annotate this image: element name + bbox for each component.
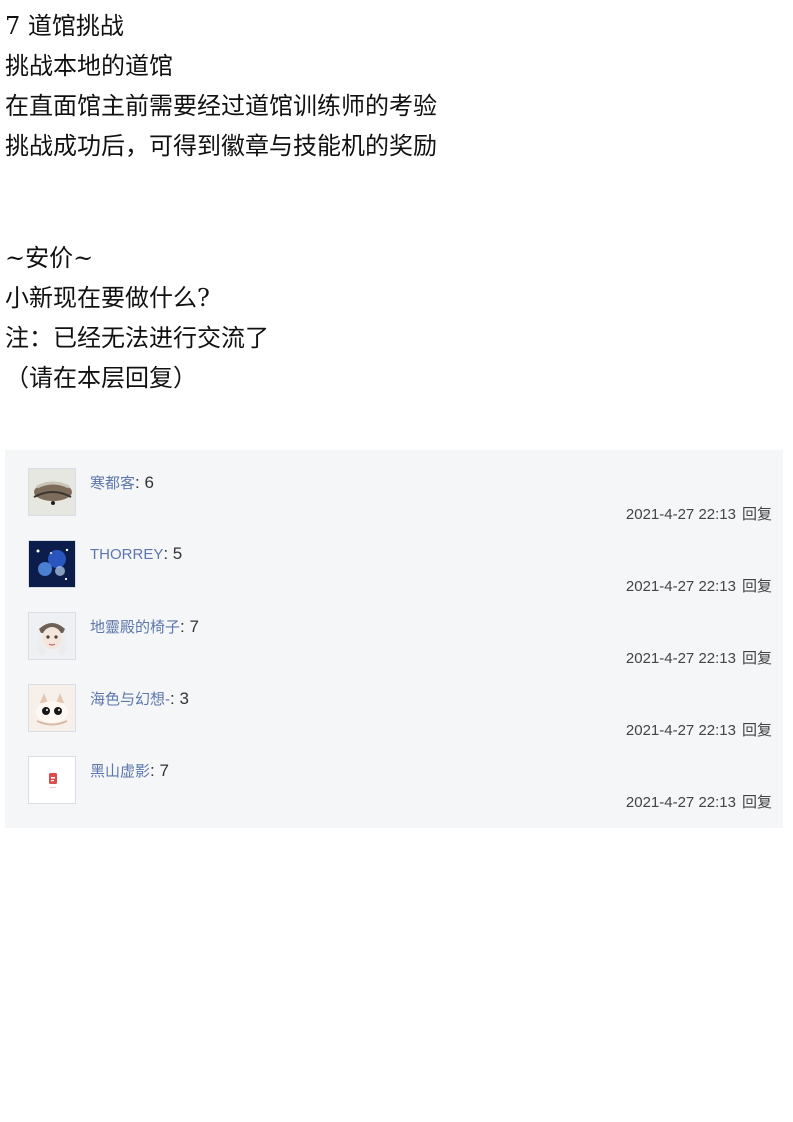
post-line: （请在本层回复） [5, 364, 197, 392]
avatar-anime-character-icon[interactable] [28, 612, 76, 660]
reply-timestamp: 2021-4-27 22:13 [625, 722, 736, 739]
reply-meta: 2021-4-27 22:13 回复 [626, 503, 772, 524]
reply-meta: 2021-4-27 22:13 回复 [626, 575, 772, 596]
post-line: 在直面馆主前需要经过道馆训练师的考验 [5, 92, 437, 120]
reply-timestamp: 2021-4-27 22:13 [625, 578, 736, 595]
reply-item: 地靈殿的椅子: 7 2021-4-27 22:13 回复 [5, 594, 783, 668]
post-title: 7 道馆挑战 [5, 12, 124, 40]
reply-content: 寒都客: 6 [90, 472, 154, 493]
post-line: 注：已经无法进行交流了 [5, 324, 269, 352]
reply-content: 海色与幻想-: 3 [90, 688, 189, 709]
reply-button[interactable]: 回复 [742, 650, 772, 667]
reply-meta: 2021-4-27 22:13 回复 [626, 791, 772, 812]
reply-panel: 寒都客: 6 2021-4-27 22:13 回复 THORREY: 5 2021… [5, 450, 783, 828]
reply-item: 黑山虚影: 7 2021-4-27 22:13 回复 [5, 738, 783, 812]
reply-item: THORREY: 5 2021-4-27 22:13 回复 [5, 522, 783, 596]
reply-username[interactable]: THORREY [90, 546, 163, 563]
reply-content: THORREY: 5 [90, 544, 182, 564]
reply-text: : 3 [170, 689, 189, 708]
reply-text: : 7 [180, 617, 199, 636]
reply-item: 寒都客: 6 2021-4-27 22:13 回复 [5, 450, 783, 524]
reply-text: : 5 [163, 544, 183, 563]
avatar-red-icon[interactable] [28, 756, 76, 804]
reply-meta: 2021-4-27 22:13 回复 [626, 719, 772, 740]
reply-item: 海色与幻想-: 3 2021-4-27 22:13 回复 [5, 666, 783, 740]
avatar-landscape-icon[interactable] [28, 468, 76, 516]
reply-content: 黑山虚影: 7 [90, 760, 169, 781]
reply-username[interactable]: 黑山虚影 [90, 763, 150, 780]
post-line: 小新现在要做什么? [5, 284, 210, 312]
reply-button[interactable]: 回复 [742, 722, 772, 739]
reply-username[interactable]: 地靈殿的椅子 [90, 619, 180, 636]
reply-username[interactable]: 寒都客 [90, 475, 135, 492]
post-line: 挑战成功后，可得到徽章与技能机的奖励 [5, 132, 437, 160]
reply-text: : 7 [150, 761, 169, 780]
reply-button[interactable]: 回复 [742, 578, 772, 595]
reply-meta: 2021-4-27 22:13 回复 [626, 647, 772, 668]
reply-text: : 6 [135, 473, 154, 492]
reply-timestamp: 2021-4-27 22:13 [625, 650, 736, 667]
reply-button[interactable]: 回复 [742, 506, 772, 523]
avatar-cat-icon[interactable] [28, 684, 76, 732]
post-line: ~安价~ [5, 244, 94, 272]
reply-button[interactable]: 回复 [742, 794, 772, 811]
post-body: 7 道馆挑战 挑战本地的道馆 在直面馆主前需要经过道馆训练师的考验 挑战成功后，… [5, 6, 785, 398]
avatar-galaxy-icon[interactable] [28, 540, 76, 588]
reply-username[interactable]: 海色与幻想- [90, 691, 170, 708]
reply-content: 地靈殿的椅子: 7 [90, 616, 199, 637]
post-line: 挑战本地的道馆 [5, 52, 173, 80]
reply-timestamp: 2021-4-27 22:13 [625, 506, 736, 523]
reply-timestamp: 2021-4-27 22:13 [625, 794, 736, 811]
post-spacer [5, 166, 785, 238]
